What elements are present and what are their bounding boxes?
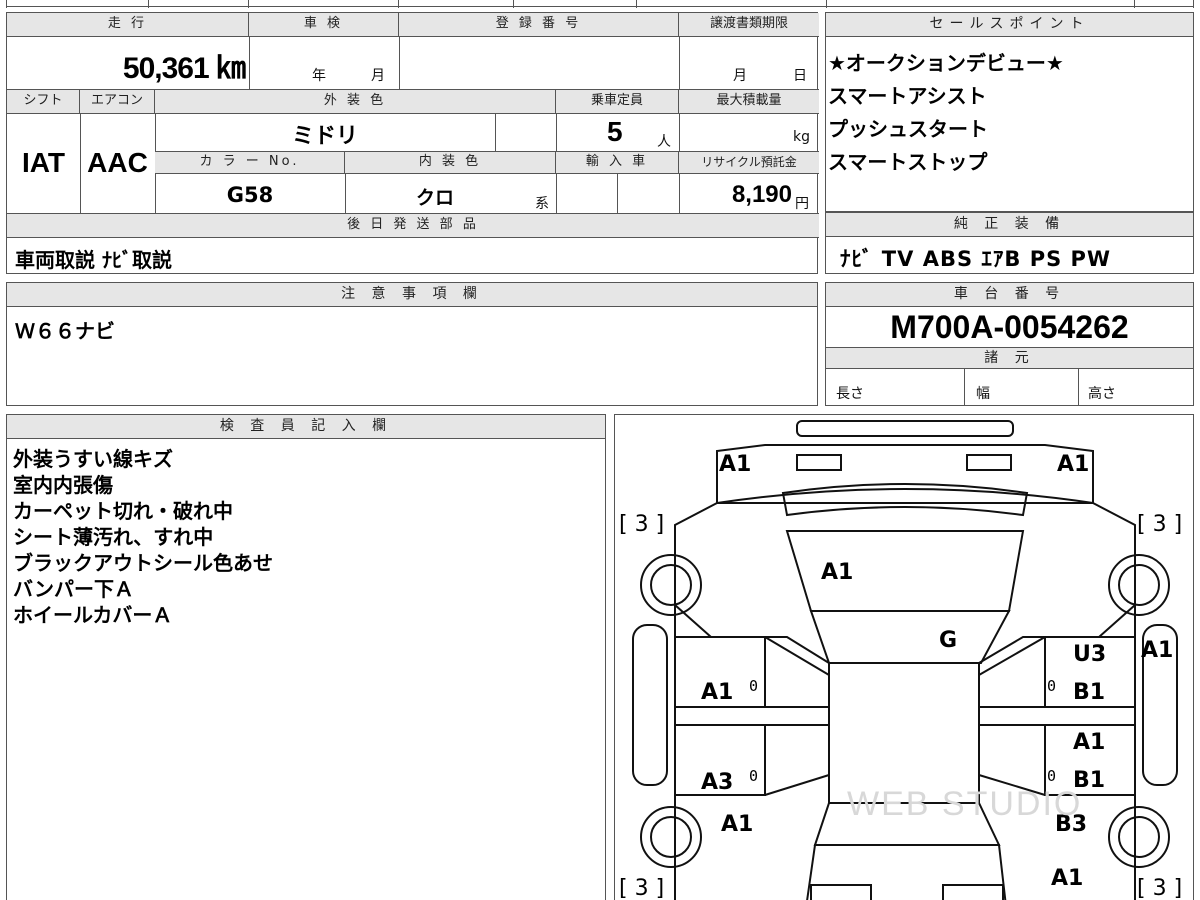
chassis-value: M700A-0054262 — [890, 309, 1129, 345]
mark-front-right: A1 — [1057, 452, 1090, 477]
aircon-value: AAC — [87, 147, 148, 178]
registration-header: 登 録 番 号 — [399, 13, 679, 37]
inspector-line-4: シート薄汚れ、すれ中 — [13, 525, 214, 549]
mark-hood: A1 — [821, 560, 854, 585]
inspector-line-6: バンパー下Ａ — [13, 577, 134, 601]
tire-top-right: [ 3 ] — [1137, 512, 1183, 537]
inspection-month: 月 — [371, 68, 385, 84]
capacity-header: 乗車定員 — [556, 90, 679, 114]
width-label: 幅 — [976, 386, 990, 402]
equipment-header: 純 正 装 備 — [826, 213, 1193, 237]
height-label: 高さ — [1088, 386, 1116, 402]
recycle-unit: 円 — [795, 196, 809, 212]
recycle-value: 8,190 — [731, 181, 792, 208]
sales-point-1: ★オークションデビュー★ — [828, 51, 1064, 75]
mark-right-front-top: U3 — [1073, 642, 1107, 667]
sales-point-3: プッシュスタート — [828, 117, 988, 141]
car-outline — [632, 420, 1178, 900]
shift-value: IAT — [21, 147, 66, 178]
inspector-line-1: 外装うすい線キズ — [13, 447, 173, 471]
mark-windshield: G — [939, 628, 958, 653]
inspector-line-2: 室内内張傷 — [13, 473, 113, 497]
zero-right-rear: 0 — [1047, 767, 1057, 785]
inspector-box: 検 査 員 記 入 欄 外装うすい線キズ 室内内張傷 カーペット切れ・破れ中 シ… — [6, 414, 606, 900]
inspection-year: 年 — [312, 68, 326, 84]
inspection-header: 車 検 — [249, 13, 399, 37]
dimensions-header: 諸 元 — [826, 347, 1193, 369]
mileage-value: 50,361 ㎞ — [122, 52, 246, 85]
transfer-month: 月 — [733, 68, 747, 84]
watermark: WEB STUDIO — [847, 785, 1083, 823]
sales-points-header: セールスポイント — [826, 13, 1193, 37]
chassis-header: 車 台 番 号 — [826, 283, 1193, 307]
notes-header: 注 意 事 項 欄 — [7, 283, 817, 307]
interior-color-suffix: 系 — [535, 196, 549, 212]
zero-right-front: 0 — [1047, 677, 1057, 695]
mark-left-front-door: A1 — [701, 680, 734, 705]
sales-points-box: セールスポイント ★オークションデビュー★ スマートアシスト プッシュスタート … — [825, 12, 1194, 212]
shift-header: シフト — [7, 90, 80, 114]
color-no-header: カ ラ ー No. — [155, 152, 345, 174]
mark-left-rear-door: A3 — [701, 770, 734, 795]
mileage-header: 走 行 — [7, 13, 249, 37]
exterior-color-value: ミドリ — [291, 124, 358, 149]
mark-right-rear-bottom: A1 — [1051, 866, 1084, 891]
color-no-value: G58 — [226, 183, 274, 207]
import-header: 輸 入 車 — [556, 152, 679, 174]
transfer-day: 日 — [793, 68, 807, 84]
spec-table: 走 行 車 検 登 録 番 号 譲渡書類期限 50,361 ㎞ 年 月 月 日 … — [6, 12, 819, 274]
capacity-value: 5 — [607, 116, 623, 147]
top-strip — [6, 0, 1194, 8]
later-parts-header: 後 日 発 送 部 品 — [7, 214, 819, 238]
mark-right-front-door: B1 — [1073, 680, 1106, 705]
chassis-box: 車 台 番 号 M700A-0054262 諸 元 長さ 幅 高さ — [825, 282, 1194, 406]
inspector-line-5: ブラックアウトシール色あせ — [13, 551, 273, 575]
zero-left-front: 0 — [749, 677, 759, 695]
notes-value: Ｗ６６ナビ — [15, 319, 115, 343]
exterior-color-header: 外 装 色 — [155, 90, 556, 114]
interior-color-value: クロ — [415, 187, 454, 209]
sales-point-4: スマートストップ — [828, 150, 988, 174]
recycle-header: リサイクル預託金 — [679, 152, 819, 174]
transfer-deadline-header: 譲渡書類期限 — [679, 13, 819, 37]
inspector-line-7: ホイールカバーＡ — [13, 603, 173, 627]
later-parts-value: 車両取説 ﾅﾋﾞ取説 — [15, 248, 172, 272]
inspector-header: 検 査 員 記 入 欄 — [7, 415, 605, 439]
equipment-value: ﾅﾋﾞ TV ABS ｴｱB PS PW — [840, 247, 1112, 271]
tire-bottom-left: [ 3 ] — [619, 876, 665, 900]
length-label: 長さ — [836, 386, 864, 402]
car-diagram: A1 A1 [ 3 ] [ 3 ] A1 G U3 A1 A1 0 0 B1 A… — [614, 414, 1194, 900]
zero-left-rear: 0 — [749, 767, 759, 785]
mark-right-side: A1 — [1141, 638, 1174, 663]
notes-box: 注 意 事 項 欄 Ｗ６６ナビ — [6, 282, 818, 406]
mark-right-rear-top: A1 — [1073, 730, 1106, 755]
mark-front-left: A1 — [719, 452, 752, 477]
tire-top-left: [ 3 ] — [619, 512, 665, 537]
sales-point-2: スマートアシスト — [828, 84, 987, 108]
inspector-line-3: カーペット切れ・破れ中 — [13, 499, 233, 523]
tire-bottom-right: [ 3 ] — [1137, 876, 1183, 900]
max-load-header: 最大積載量 — [679, 90, 819, 114]
mark-left-rear-corner: A1 — [721, 812, 754, 837]
interior-color-header: 内 装 色 — [345, 152, 556, 174]
max-load-unit: kg — [793, 129, 810, 145]
capacity-unit: 人 — [657, 134, 671, 150]
equipment-box: 純 正 装 備 ﾅﾋﾞ TV ABS ｴｱB PS PW — [825, 212, 1194, 274]
aircon-header: エアコン — [80, 90, 155, 114]
